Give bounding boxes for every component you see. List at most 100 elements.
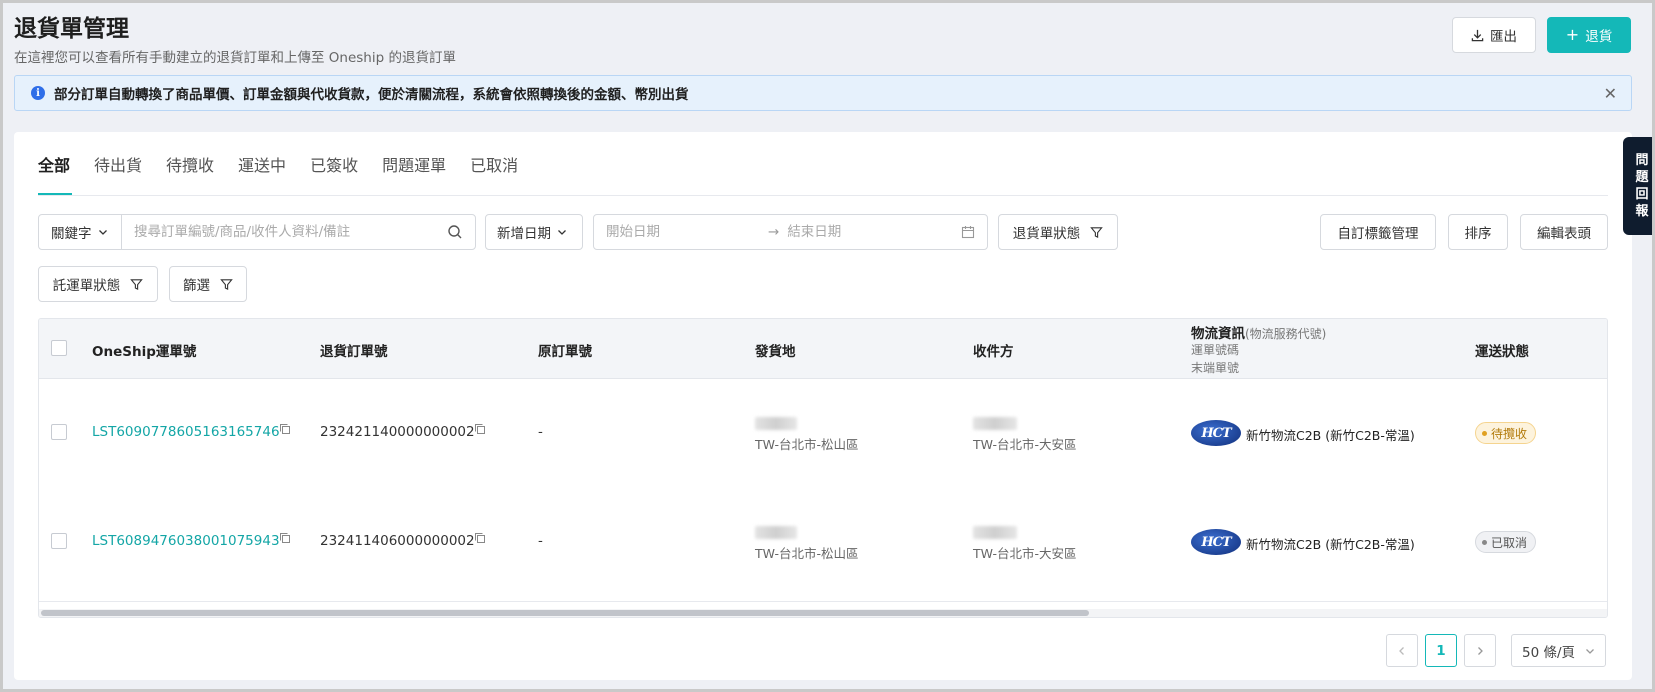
scrollbar-thumb[interactable]: [41, 610, 1089, 616]
status-badge: 已取消: [1475, 531, 1537, 553]
origin-name-redacted: [755, 526, 797, 539]
feedback-side-tab[interactable]: 問 題 回 報: [1623, 137, 1652, 235]
next-page-button[interactable]: [1464, 634, 1496, 667]
search-field: [121, 214, 476, 250]
hct-logo: HCT: [1191, 529, 1241, 555]
tab-delivered[interactable]: 已簽收: [310, 152, 358, 186]
col-logistics: 物流資訊(物流服務代號): [1191, 322, 1326, 342]
col-tracking-code: 運單號碼: [1191, 343, 1240, 357]
recipient-name-redacted: [973, 526, 1017, 539]
col-return-no: 退貨訂單號: [320, 344, 388, 360]
arrow-right-icon: →: [768, 224, 780, 240]
recipient-name-redacted: [973, 417, 1017, 430]
plus-icon: +: [1565, 25, 1580, 44]
export-button-label: 匯出: [1490, 29, 1517, 45]
tab-problem[interactable]: 問題運單: [382, 152, 446, 186]
copy-icon[interactable]: [279, 532, 291, 544]
search-icon[interactable]: [447, 224, 463, 240]
status-badge: 待攬收: [1475, 422, 1537, 444]
tabs-divider: [38, 195, 1608, 196]
info-icon: i: [31, 86, 45, 100]
origin-location: TW-台北市-松山區: [755, 437, 859, 452]
date-type-value: 新增日期: [497, 226, 551, 242]
feedback-char: 題: [1635, 170, 1649, 185]
select-all-checkbox[interactable]: [51, 340, 67, 356]
alert-text: 部分訂單自動轉換了商品單價、訂單金額與代收貨款，便於清關流程，系統會依照轉換後的…: [54, 87, 689, 103]
filter-icon: [1090, 226, 1104, 238]
export-button[interactable]: 匯出: [1452, 17, 1536, 53]
status-dot: [1482, 539, 1487, 545]
feedback-char: 回: [1635, 187, 1649, 202]
copy-icon[interactable]: [474, 532, 486, 544]
search-input[interactable]: [134, 224, 424, 240]
col-original-no: 原訂單號: [538, 344, 592, 360]
filter-button[interactable]: 篩選: [169, 266, 247, 302]
recipient-location: TW-台北市-大安區: [973, 437, 1077, 452]
tab-pending-shipment[interactable]: 待出貨: [94, 152, 142, 186]
filter-label: 篩選: [183, 278, 210, 294]
original-no: -: [538, 424, 543, 440]
date-range-picker: →: [593, 214, 988, 250]
returns-table: OneShip運單號 退貨訂單號 原訂單號 發貨地 收件方 物流資訊(物流服務代…: [38, 318, 1608, 618]
shipment-status-filter-button[interactable]: 託運單狀態: [38, 266, 158, 302]
horizontal-scrollbar[interactable]: [39, 609, 1607, 617]
tag-manage-button[interactable]: 自訂標籤管理: [1320, 214, 1436, 250]
table-row: LST6090778605163165746 23242114000000000…: [39, 379, 1607, 493]
filter-icon: [220, 278, 233, 290]
close-icon[interactable]: ✕: [1604, 84, 1617, 103]
table-header: OneShip運單號 退貨訂單號 原訂單號 發貨地 收件方 物流資訊(物流服務代…: [39, 319, 1607, 379]
hct-logo: HCT: [1191, 420, 1241, 446]
tab-in-transit[interactable]: 運送中: [238, 152, 286, 186]
col-logistics-code: (物流服務代號): [1245, 327, 1327, 341]
row-checkbox[interactable]: [51, 533, 67, 549]
page-size-value: 50 條/頁: [1522, 644, 1576, 661]
logistics-name: 新竹物流C2B (新竹C2B-常溫): [1246, 428, 1415, 443]
chevron-left-icon: [1399, 646, 1404, 655]
page-subtitle: 在這裡您可以查看所有手動建立的退貨訂單和上傳至 Oneship 的退貨訂單: [14, 50, 456, 66]
download-icon: [1471, 29, 1484, 41]
start-date-input[interactable]: [606, 224, 756, 240]
row-checkbox[interactable]: [51, 424, 67, 440]
feedback-char: 報: [1635, 204, 1649, 219]
page-size-select[interactable]: 50 條/頁: [1511, 634, 1606, 667]
oneship-no-link[interactable]: LST6089476038001075943: [92, 533, 280, 549]
status-badge-label: 待攬收: [1491, 426, 1528, 441]
tab-all[interactable]: 全部: [38, 152, 70, 186]
page-title: 退貨單管理: [14, 16, 129, 42]
create-return-label: 退貨: [1585, 29, 1613, 45]
shipment-status-label: 託運單狀態: [52, 278, 121, 294]
return-status-filter-button[interactable]: 退貨單狀態: [998, 214, 1118, 250]
col-origin: 發貨地: [755, 344, 796, 360]
prev-page-button[interactable]: [1386, 634, 1418, 667]
status-tabs: 全部 待出貨 待攬收 運送中 已簽收 問題運單 已取消: [38, 152, 542, 186]
col-last-mile: 末端單號: [1191, 361, 1240, 375]
status-dot: [1482, 430, 1487, 436]
copy-icon[interactable]: [474, 423, 486, 435]
end-date-input[interactable]: [787, 224, 938, 240]
page-1-button[interactable]: 1: [1425, 634, 1457, 667]
original-no: -: [538, 533, 543, 549]
col-oneship-no: OneShip運單號: [92, 344, 197, 360]
date-type-select[interactable]: 新增日期: [485, 214, 583, 250]
col-delivery-status: 運送狀態: [1475, 344, 1529, 360]
keyword-select-value: 關鍵字: [51, 226, 92, 242]
edit-columns-button[interactable]: 編輯表頭: [1520, 214, 1608, 250]
table-row: LST6089476038001075943 23241140600000000…: [39, 488, 1607, 602]
create-return-button[interactable]: + 退貨: [1547, 17, 1631, 53]
status-badge-label: 已取消: [1491, 535, 1528, 550]
keyword-select[interactable]: 關鍵字: [38, 214, 122, 250]
feedback-char: 問: [1635, 153, 1649, 168]
info-alert: i 部分訂單自動轉換了商品單價、訂單金額與代收貨款，便於清關流程，系統會依照轉換…: [14, 75, 1632, 111]
copy-icon[interactable]: [279, 423, 291, 435]
sort-button[interactable]: 排序: [1448, 214, 1508, 250]
origin-location: TW-台北市-松山區: [755, 546, 859, 561]
recipient-location: TW-台北市-大安區: [973, 546, 1077, 561]
chevron-down-icon: [1586, 648, 1594, 654]
oneship-no-link[interactable]: LST6090778605163165746: [92, 424, 280, 440]
tab-cancelled[interactable]: 已取消: [470, 152, 518, 186]
tab-pending-pickup[interactable]: 待攬收: [166, 152, 214, 186]
app-frame: 退貨單管理 在這裡您可以查看所有手動建立的退貨訂單和上傳至 Oneship 的退…: [0, 0, 1655, 692]
return-no: 232411406000000002: [320, 533, 475, 549]
chevron-down-icon: [558, 230, 566, 235]
calendar-icon[interactable]: [961, 225, 975, 239]
